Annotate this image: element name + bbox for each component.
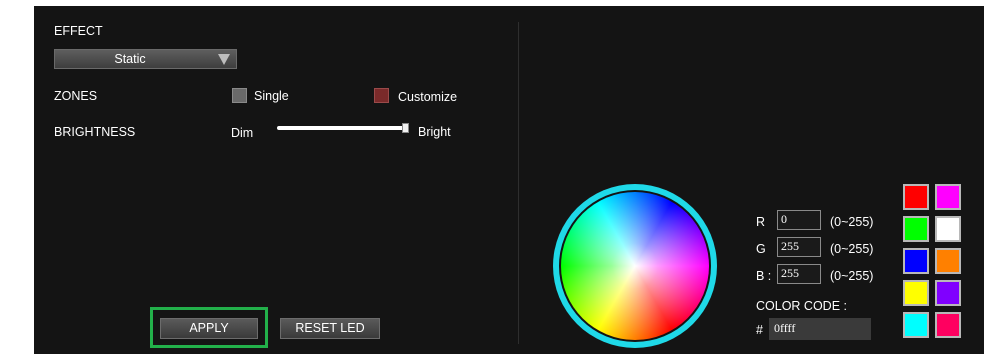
color-swatch[interactable] xyxy=(935,184,961,210)
brightness-label: BRIGHTNESS xyxy=(54,125,136,139)
g-input[interactable]: 255 xyxy=(777,237,821,257)
hash-label: # xyxy=(756,323,763,337)
brightness-slider-track[interactable] xyxy=(277,126,407,130)
brightness-dim-label: Dim xyxy=(231,126,254,140)
b-range-label: (0~255) xyxy=(830,269,874,283)
customize-zone-checkbox[interactable] xyxy=(374,88,389,103)
effect-dropdown[interactable]: Static xyxy=(54,49,237,69)
brightness-slider-thumb[interactable] xyxy=(402,123,409,133)
effect-selected-value: Static xyxy=(114,52,146,66)
color-swatch[interactable] xyxy=(903,216,929,242)
effect-label: EFFECT xyxy=(54,24,103,38)
color-wheel[interactable] xyxy=(561,192,709,340)
r-input[interactable]: 0 xyxy=(777,210,821,230)
zones-label: ZONES xyxy=(54,89,98,103)
color-swatch[interactable] xyxy=(903,280,929,306)
dropdown-arrow-icon xyxy=(218,54,230,65)
brightness-bright-label: Bright xyxy=(418,125,451,139)
single-zone-checkbox[interactable] xyxy=(232,88,247,103)
b-label: B : xyxy=(756,269,772,283)
reset-led-button[interactable]: RESET LED xyxy=(280,318,380,339)
color-swatch[interactable] xyxy=(903,184,929,210)
apply-button[interactable]: APPLY xyxy=(160,318,258,339)
color-swatch[interactable] xyxy=(935,248,961,274)
panel-divider xyxy=(518,22,519,344)
color-code-label: COLOR CODE : xyxy=(756,299,847,313)
single-zone-label: Single xyxy=(254,89,289,103)
color-swatch[interactable] xyxy=(935,312,961,338)
color-swatch[interactable] xyxy=(903,248,929,274)
g-label: G xyxy=(756,242,766,256)
color-swatch[interactable] xyxy=(903,312,929,338)
r-label: R xyxy=(756,215,766,229)
r-range-label: (0~255) xyxy=(830,215,874,229)
customize-zone-label: Customize xyxy=(398,90,458,104)
color-swatch[interactable] xyxy=(935,216,961,242)
color-code-input[interactable]: 0ffff xyxy=(769,318,871,340)
color-swatch[interactable] xyxy=(935,280,961,306)
g-range-label: (0~255) xyxy=(830,242,874,256)
b-input[interactable]: 255 xyxy=(777,264,821,284)
